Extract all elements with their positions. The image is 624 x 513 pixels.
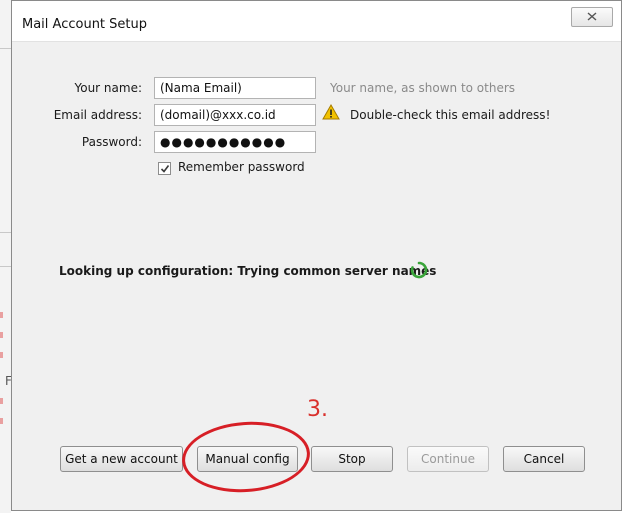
background-divider (0, 48, 11, 49)
checkmark-icon (160, 165, 170, 173)
highlight-circle (179, 417, 313, 497)
window-title: Mail Account Setup (22, 17, 147, 32)
remember-password-label: Remember password (178, 160, 305, 174)
name-field[interactable] (154, 77, 316, 99)
step-annotation: 3. (307, 397, 328, 422)
name-label: Your name: (74, 81, 142, 95)
continue-button[interactable]: Continue (407, 446, 489, 472)
background-window (0, 0, 11, 513)
get-new-account-button[interactable]: Get a new account (60, 446, 183, 472)
warning-icon (322, 103, 340, 123)
cancel-button[interactable]: Cancel (503, 446, 585, 472)
dialog-content: Your name: Your name, as shown to others… (12, 42, 621, 510)
background-divider (0, 266, 11, 267)
status-message: Looking up configuration: Trying common … (59, 264, 437, 278)
background-mark (0, 418, 3, 424)
email-field[interactable] (154, 104, 316, 126)
email-label: Email address: (53, 108, 142, 122)
close-icon (587, 12, 597, 21)
password-field[interactable] (154, 131, 316, 153)
background-mark (0, 332, 3, 338)
name-hint: Your name, as shown to others (330, 81, 516, 95)
mail-account-setup-dialog: Mail Account Setup Your name: Your name,… (11, 0, 622, 511)
title-bar: Mail Account Setup (12, 1, 621, 42)
background-mark (0, 398, 3, 404)
close-button[interactable] (571, 7, 613, 27)
stop-button[interactable]: Stop (311, 446, 393, 472)
background-divider (0, 232, 11, 233)
background-mark (0, 352, 3, 358)
background-mark (0, 312, 3, 318)
remember-password-checkbox[interactable] (158, 162, 171, 175)
email-warning: Double-check this email address! (350, 108, 551, 122)
password-label: Password: (81, 135, 142, 149)
loading-spinner-icon (410, 261, 428, 282)
